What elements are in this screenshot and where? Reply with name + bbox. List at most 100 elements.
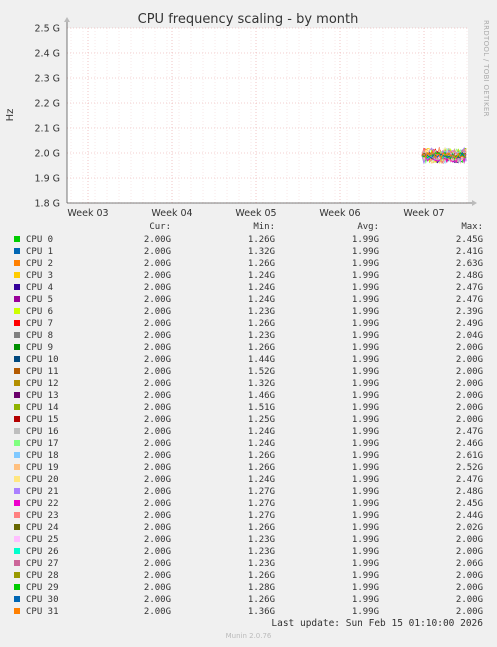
legend-name: CPU 5 bbox=[26, 295, 54, 305]
y-tick-label: 2.1 G bbox=[35, 124, 61, 135]
legend-avg: 1.99G bbox=[351, 463, 379, 473]
legend-row: CPU 9 2.00G 1.26G 1.99G 2.00G bbox=[0, 342, 497, 354]
legend-min: 1.28G bbox=[247, 583, 275, 593]
legend-swatch bbox=[14, 464, 20, 470]
legend-swatch bbox=[14, 320, 20, 326]
legend-name: CPU 3 bbox=[26, 271, 54, 281]
legend-max: 2.00G bbox=[455, 547, 483, 557]
legend-max: 2.39G bbox=[455, 307, 483, 317]
legend-avg: 1.99G bbox=[351, 511, 379, 521]
legend-name: CPU 28 bbox=[26, 571, 59, 581]
header-cur: Cur: bbox=[149, 222, 171, 232]
legend-max: 2.44G bbox=[455, 511, 483, 521]
legend-min: 1.23G bbox=[247, 547, 275, 557]
legend-max: 2.00G bbox=[455, 379, 483, 389]
legend-row: CPU 21 2.00G 1.27G 1.99G 2.48G bbox=[0, 486, 497, 498]
legend-min: 1.27G bbox=[247, 499, 275, 509]
legend-row: CPU 29 2.00G 1.28G 1.99G 2.00G bbox=[0, 582, 497, 594]
legend-max: 2.41G bbox=[455, 247, 483, 257]
legend-max: 2.06G bbox=[455, 559, 483, 569]
legend-min: 1.27G bbox=[247, 511, 275, 521]
legend-name: CPU 22 bbox=[26, 499, 59, 509]
legend-name: CPU 7 bbox=[26, 319, 54, 329]
y-tick-label: 2.5 G bbox=[35, 24, 61, 35]
legend-max: 2.45G bbox=[455, 499, 483, 509]
legend-name: CPU 4 bbox=[26, 283, 54, 293]
legend-row: CPU 3 2.00G 1.24G 1.99G 2.48G bbox=[0, 270, 497, 282]
legend-max: 2.47G bbox=[455, 283, 483, 293]
legend-max: 2.00G bbox=[455, 607, 483, 617]
legend-name: CPU 2 bbox=[26, 259, 54, 269]
legend-swatch bbox=[14, 536, 20, 542]
plot-background bbox=[67, 28, 468, 203]
legend-row: CPU 6 2.00G 1.23G 1.99G 2.39G bbox=[0, 306, 497, 318]
legend-name: CPU 8 bbox=[26, 331, 54, 341]
y-ticks: 2.5 G 2.4 G 2.3 G 2.2 G 2.1 G 2.0 G 1.9 G 1.8 G bbox=[35, 24, 61, 210]
legend-swatch bbox=[14, 560, 20, 566]
legend-min: 1.26G bbox=[247, 343, 275, 353]
legend-min: 1.24G bbox=[247, 427, 275, 437]
legend-row: CPU 14 2.00G 1.51G 1.99G 2.00G bbox=[0, 402, 497, 414]
x-tick-label: Week 05 bbox=[235, 208, 276, 219]
legend-avg: 1.99G bbox=[351, 475, 379, 485]
x-ticks: Week 03 Week 04 Week 05 Week 06 Week 07 bbox=[67, 208, 444, 219]
legend-avg: 1.99G bbox=[351, 451, 379, 461]
y-axis-arrow bbox=[64, 17, 70, 22]
legend-row: CPU 30 2.00G 1.26G 1.99G 2.00G bbox=[0, 594, 497, 606]
legend-max: 2.63G bbox=[455, 259, 483, 269]
legend-avg: 1.99G bbox=[351, 259, 379, 269]
legend-row: CPU 24 2.00G 1.26G 1.99G 2.02G bbox=[0, 522, 497, 534]
legend-name: CPU 17 bbox=[26, 439, 59, 449]
legend-max: 2.00G bbox=[455, 403, 483, 413]
legend-max: 2.00G bbox=[455, 355, 483, 365]
legend-cur: 2.00G bbox=[143, 439, 171, 449]
legend-swatch bbox=[14, 512, 20, 518]
legend-row: CPU 19 2.00G 1.26G 1.99G 2.52G bbox=[0, 462, 497, 474]
legend-avg: 1.99G bbox=[351, 391, 379, 401]
legend-avg: 1.99G bbox=[351, 427, 379, 437]
legend-min: 1.23G bbox=[247, 331, 275, 341]
legend-swatch bbox=[14, 596, 20, 602]
legend-name: CPU 19 bbox=[26, 463, 59, 473]
legend-cur: 2.00G bbox=[143, 307, 171, 317]
legend-avg: 1.99G bbox=[351, 319, 379, 329]
legend-max: 2.00G bbox=[455, 583, 483, 593]
legend-cur: 2.00G bbox=[143, 475, 171, 485]
legend-name: CPU 27 bbox=[26, 559, 59, 569]
legend-swatch bbox=[14, 356, 20, 362]
legend-max: 2.00G bbox=[455, 535, 483, 545]
legend-name: CPU 11 bbox=[26, 367, 59, 377]
legend-avg: 1.99G bbox=[351, 487, 379, 497]
legend-swatch bbox=[14, 476, 20, 482]
legend-avg: 1.99G bbox=[351, 355, 379, 365]
legend-swatch bbox=[14, 392, 20, 398]
legend-max: 2.04G bbox=[455, 331, 483, 341]
legend-min: 1.24G bbox=[247, 283, 275, 293]
legend-row: CPU 0 2.00G 1.26G 1.99G 2.45G bbox=[0, 234, 497, 246]
legend-row: CPU 17 2.00G 1.24G 1.99G 2.46G bbox=[0, 438, 497, 450]
legend-min: 1.23G bbox=[247, 307, 275, 317]
legend-swatch bbox=[14, 416, 20, 422]
legend-name: CPU 24 bbox=[26, 523, 59, 533]
legend-cur: 2.00G bbox=[143, 343, 171, 353]
legend-min: 1.52G bbox=[247, 367, 275, 377]
header-avg: Avg: bbox=[357, 222, 379, 232]
legend-min: 1.46G bbox=[247, 391, 275, 401]
rrdtool-credit: RRDTOOL / TOBI OETIKER bbox=[482, 20, 490, 117]
legend-cur: 2.00G bbox=[143, 511, 171, 521]
chart-title: CPU frequency scaling - by month bbox=[138, 12, 359, 27]
legend-avg: 1.99G bbox=[351, 247, 379, 257]
legend-swatch bbox=[14, 440, 20, 446]
legend-swatch bbox=[14, 332, 20, 338]
legend-max: 2.00G bbox=[455, 367, 483, 377]
legend-swatch bbox=[14, 248, 20, 254]
legend-cur: 2.00G bbox=[143, 583, 171, 593]
legend-cur: 2.00G bbox=[143, 355, 171, 365]
legend-avg: 1.99G bbox=[351, 283, 379, 293]
y-tick-label: 2.0 G bbox=[35, 149, 61, 160]
legend-max: 2.47G bbox=[455, 475, 483, 485]
legend-cur: 2.00G bbox=[143, 235, 171, 245]
legend-min: 1.24G bbox=[247, 271, 275, 281]
legend-avg: 1.99G bbox=[351, 559, 379, 569]
legend-name: CPU 1 bbox=[26, 247, 54, 257]
